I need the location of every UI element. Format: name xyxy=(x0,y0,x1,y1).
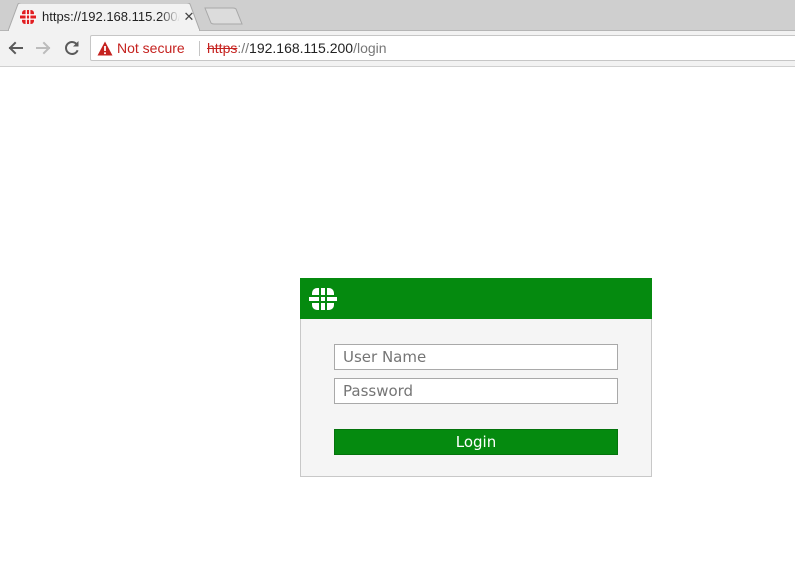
omnibox-separator xyxy=(199,41,200,56)
login-header xyxy=(300,278,652,319)
url-separator: :// xyxy=(237,40,250,56)
not-secure-label[interactable]: Not secure xyxy=(117,40,185,57)
password-input[interactable] xyxy=(334,378,618,404)
browser-tab-strip: https://192.168.115.200/login ✕ xyxy=(0,0,795,31)
forward-arrow-icon[interactable] xyxy=(32,37,54,59)
new-tab-icon[interactable] xyxy=(204,7,244,25)
login-button[interactable]: Login xyxy=(334,429,618,455)
url-path: /login xyxy=(353,40,387,56)
url-text[interactable]: https://192.168.115.200/login xyxy=(207,40,387,57)
fortinet-logo-icon xyxy=(20,10,36,24)
url-scheme: https xyxy=(207,40,238,56)
username-input[interactable] xyxy=(334,344,618,370)
fortinet-logo-icon xyxy=(309,288,337,310)
login-panel: Login xyxy=(300,278,652,477)
back-arrow-icon[interactable] xyxy=(5,37,27,59)
tab-title: https://192.168.115.200/login xyxy=(42,9,180,24)
browser-tab-active[interactable]: https://192.168.115.200/login ✕ xyxy=(8,3,200,31)
tab-close-icon[interactable]: ✕ xyxy=(182,9,196,25)
url-host: 192.168.115.200 xyxy=(249,40,354,56)
address-bar[interactable]: Not secure https://192.168.115.200/login xyxy=(90,35,795,61)
browser-toolbar: Not secure https://192.168.115.200/login xyxy=(0,31,795,67)
warning-triangle-icon[interactable] xyxy=(97,41,113,56)
reload-icon[interactable] xyxy=(61,37,83,59)
